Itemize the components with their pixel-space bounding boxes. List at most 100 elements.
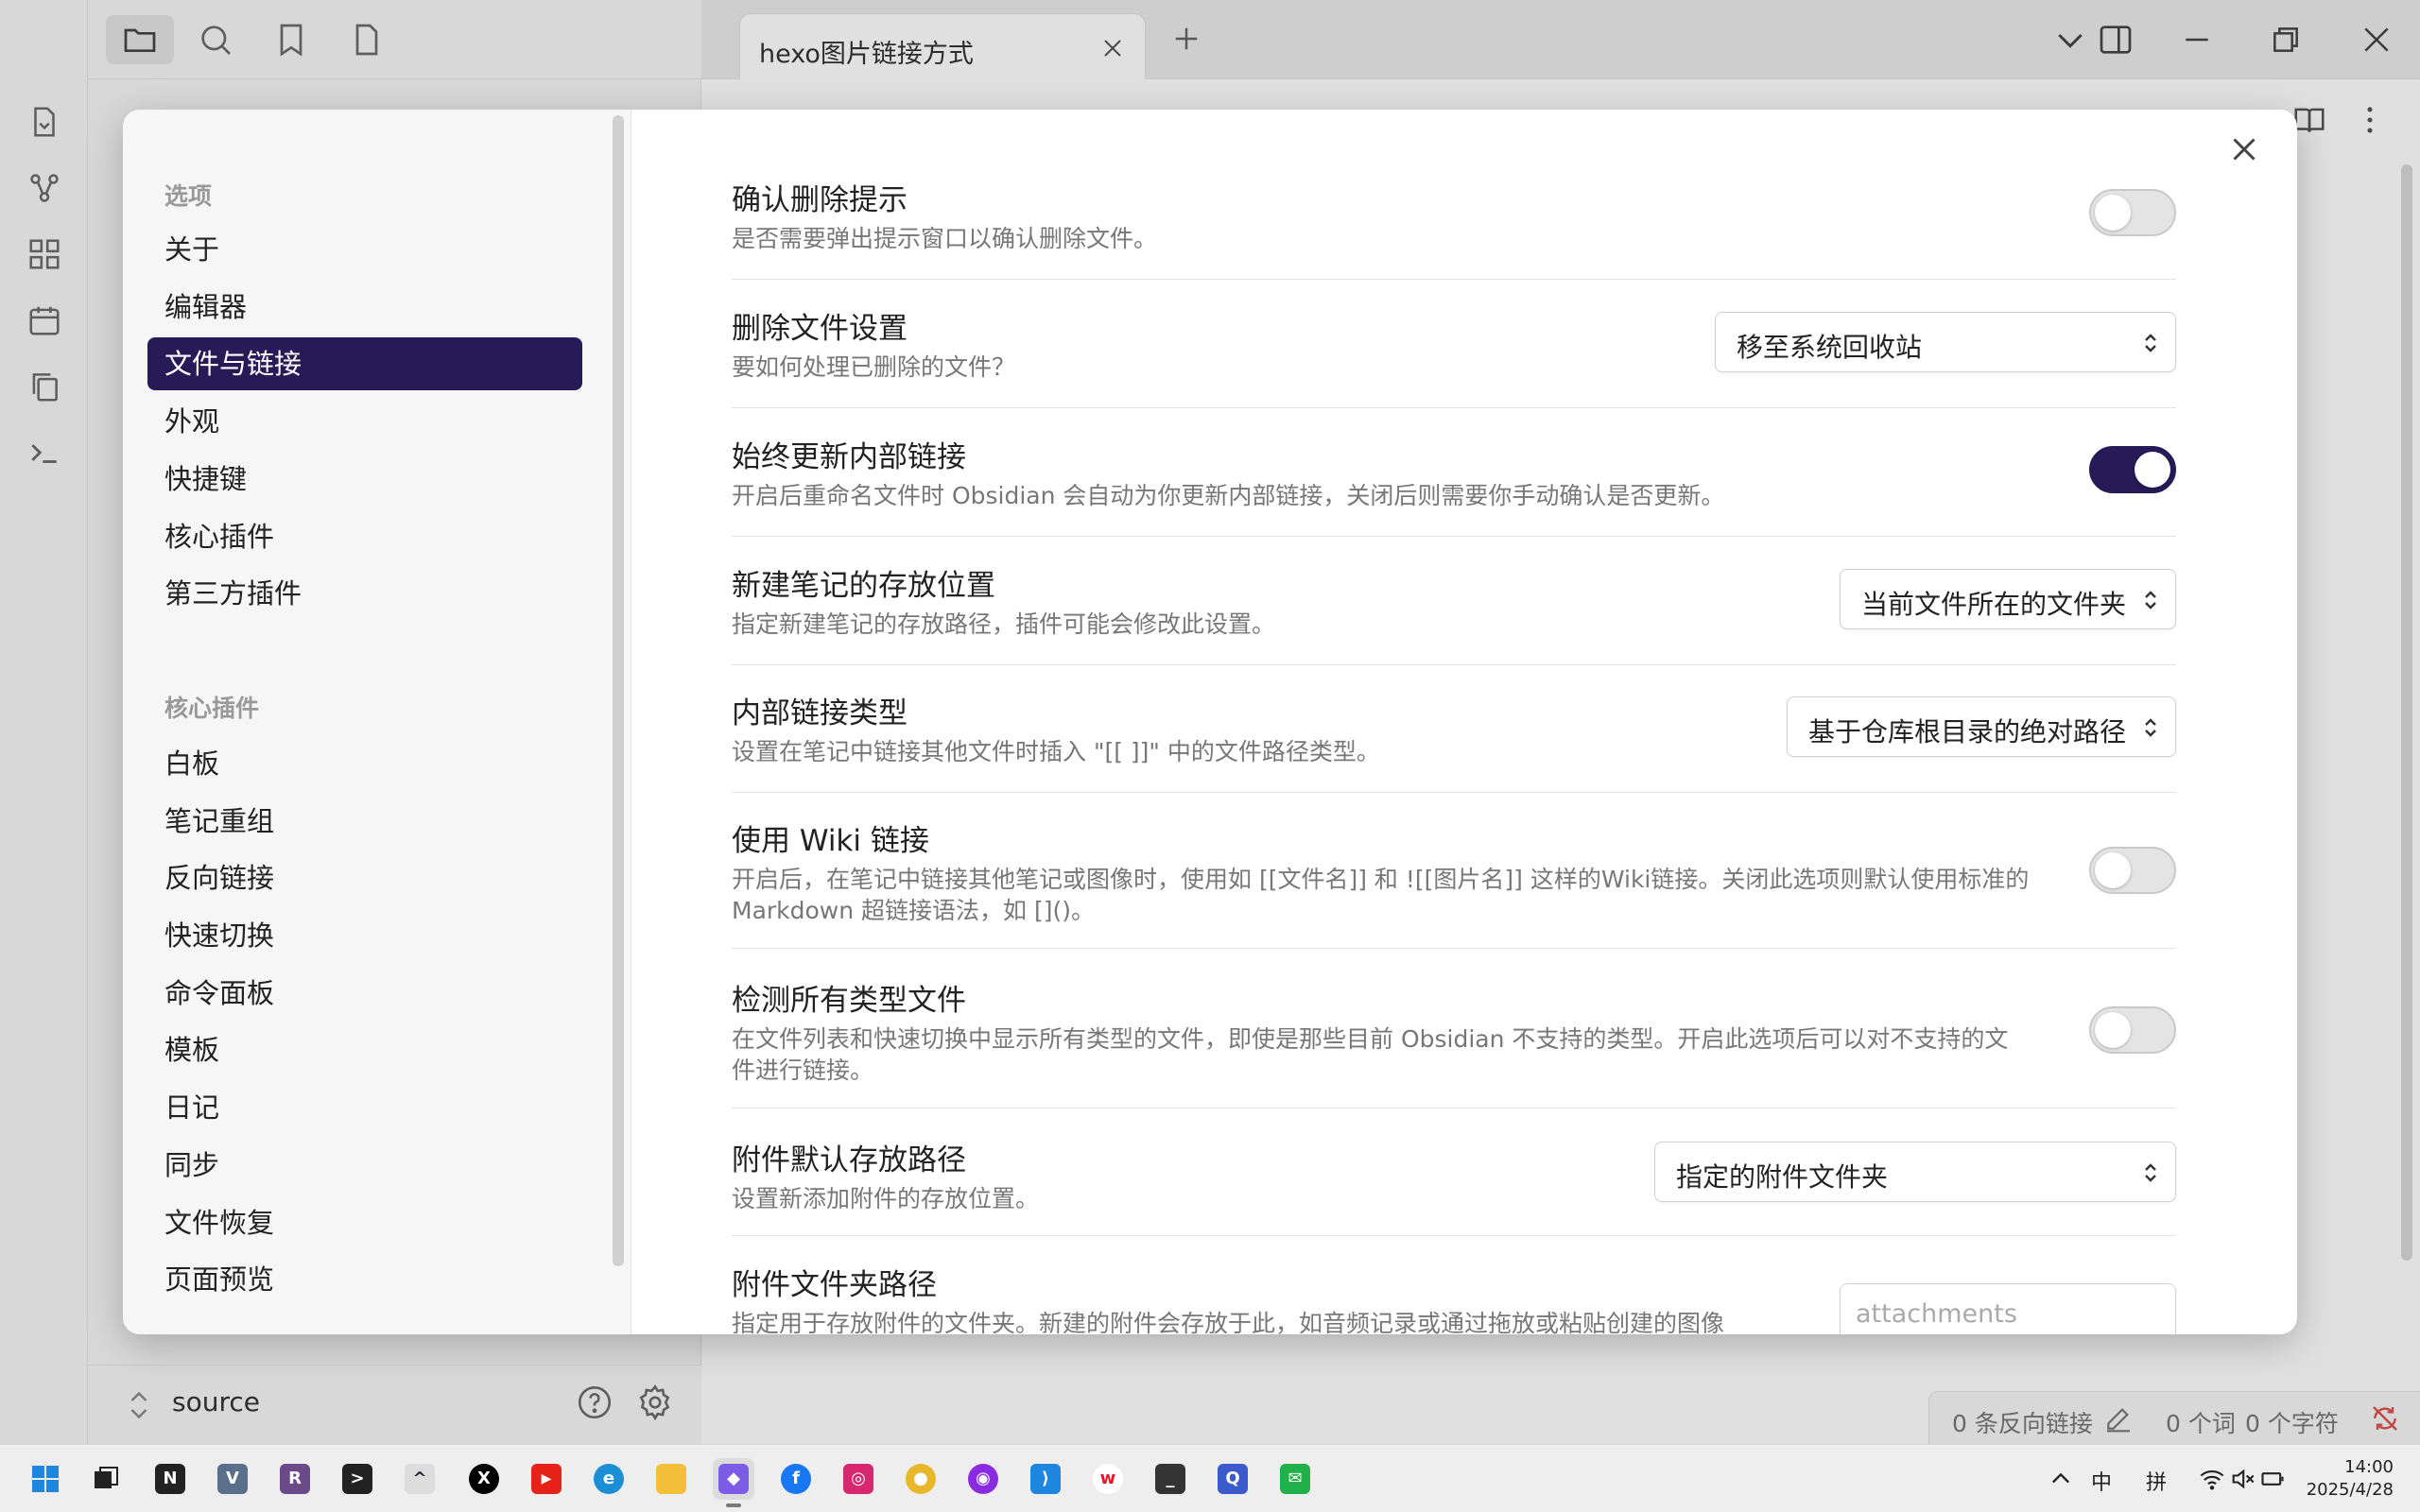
setting-description: 指定用于存放附件的文件夹。新建的附件会存放于此，如音频记录或通过拖放或粘贴创建的…	[732, 1310, 1725, 1334]
setting-attachment-folder-path: 附件文件夹路径 指定用于存放附件的文件夹。新建的附件会存放于此，如音频记录或通过…	[732, 1261, 2176, 1334]
setting-name: 始终更新内部链接	[732, 440, 966, 474]
attachment-location-dropdown[interactable]: 指定的附件文件夹	[1654, 1142, 2176, 1202]
setting-detect-all-file-types: 检测所有类型文件 在文件列表和快速切换中显示所有类型的文件，即使是那些目前 Ob…	[732, 976, 2176, 1108]
setting-name: 使用 Wiki 链接	[732, 824, 929, 858]
nav-item-note-composer[interactable]: 笔记重组	[147, 795, 582, 848]
toggle-knob	[2095, 195, 2131, 231]
toggle-knob	[2095, 1012, 2131, 1048]
setting-description: 设置在笔记中链接其他文件时插入 "[[ ]]" 中的文件路径类型。	[732, 738, 1380, 765]
setting-name: 确认删除提示	[732, 183, 908, 217]
nav-item-command-palette[interactable]: 命令面板	[147, 967, 582, 1020]
setting-use-wikilinks: 使用 Wiki 链接 开启后，在笔记中链接其他笔记或图像时，使用如 [[文件名]…	[732, 816, 2176, 949]
obsidian-app-icon[interactable]: ◆	[713, 1458, 754, 1507]
always-update-links-toggle[interactable]	[2089, 446, 2176, 493]
setting-description: 指定新建笔记的存放路径，插件可能会修改此设置。	[732, 610, 1276, 638]
toggle-knob	[2095, 852, 2131, 888]
nav-item-files-and-links[interactable]: 文件与链接	[147, 337, 582, 390]
confirm-delete-toggle[interactable]	[2089, 189, 2176, 236]
vm-app-icon[interactable]: V	[212, 1458, 253, 1500]
dropdown-value: 移至系统回收站	[1737, 332, 1923, 363]
instagram-app-icon[interactable]: ◎	[838, 1458, 879, 1500]
setting-description-line2: 件进行链接。	[732, 1057, 874, 1084]
ime-language-indicator[interactable]: 中	[2091, 1466, 2112, 1496]
tray-overflow-chevron-icon[interactable]	[2048, 1466, 2074, 1492]
setting-name: 删除文件设置	[732, 312, 908, 346]
chrome-browser-icon[interactable]: ●	[900, 1458, 942, 1500]
cat-app-icon[interactable]: ^	[399, 1458, 441, 1500]
caret-up-down-icon	[2139, 587, 2162, 613]
task-view-icon[interactable]	[85, 1458, 127, 1500]
nav-item-editor[interactable]: 编辑器	[147, 281, 582, 334]
new-note-location-dropdown[interactable]: 当前文件所在的文件夹	[1840, 569, 2176, 629]
setting-name: 新建笔记的存放位置	[732, 569, 995, 603]
nav-heading-core-plugins: 核心插件	[164, 695, 260, 722]
setting-name: 检测所有类型文件	[732, 984, 966, 1018]
setting-description: 是否需要弹出提示窗口以确认删除文件。	[732, 225, 1158, 252]
terminal-2-app-icon[interactable]: _	[1150, 1458, 1191, 1500]
dropdown-value: 指定的附件文件夹	[1676, 1161, 1889, 1193]
setting-description: 设置新添加附件的存放位置。	[732, 1185, 1040, 1212]
setting-attachment-location: 附件默认存放路径 设置新添加附件的存放位置。 指定的附件文件夹	[732, 1136, 2176, 1236]
windows-start-icon[interactable]	[25, 1458, 66, 1500]
nav-item-about[interactable]: 关于	[147, 223, 582, 276]
nav-heading-options: 选项	[164, 182, 213, 210]
nav-item-canvas[interactable]: 白板	[147, 737, 582, 790]
settings-nav: 选项 关于 编辑器 文件与链接 外观 快捷键 核心插件 第三方插件 核心插件 白…	[123, 110, 631, 1334]
setting-new-note-location: 新建笔记的存放位置 指定新建笔记的存放路径，插件可能会修改此设置。 当前文件所在…	[732, 561, 2176, 665]
use-wikilinks-toggle[interactable]	[2089, 847, 2176, 894]
nav-item-backlinks[interactable]: 反向链接	[147, 851, 582, 904]
dropdown-value: 基于仓库根目录的绝对路径	[1808, 716, 2127, 747]
setting-link-format: 内部链接类型 设置在笔记中链接其他文件时插入 "[[ ]]" 中的文件路径类型。…	[732, 689, 2176, 793]
setting-description-line1: 开启后，在笔记中链接其他笔记或图像时，使用如 [[文件名]] 和 ![[图片名]…	[732, 866, 2030, 893]
clock-time: 14:00	[2344, 1457, 2394, 1477]
system-clock[interactable]: 14:00 2025/4/28	[2307, 1456, 2394, 1502]
terminal-app-icon[interactable]: >	[337, 1458, 378, 1500]
wechat-app-icon[interactable]: ✉	[1274, 1458, 1316, 1500]
setting-name: 内部链接类型	[732, 696, 908, 730]
wifi-icon[interactable]	[2199, 1466, 2225, 1492]
youtube-app-icon[interactable]: ▶	[526, 1458, 567, 1500]
nav-item-community-plugins[interactable]: 第三方插件	[147, 567, 582, 620]
nav-item-daily-notes[interactable]: 日记	[147, 1081, 582, 1134]
facebook-app-icon[interactable]: f	[775, 1458, 817, 1500]
setting-name: 附件文件夹路径	[732, 1268, 937, 1302]
nav-item-quick-switcher[interactable]: 快速切换	[147, 909, 582, 962]
vscode-app-icon[interactable]: ⟩	[1025, 1458, 1066, 1500]
edge-browser-icon[interactable]: e	[588, 1458, 630, 1500]
attachment-folder-path-input[interactable]	[1841, 1284, 2175, 1334]
active-indicator	[726, 1503, 741, 1507]
x-app-icon[interactable]: X	[463, 1458, 505, 1500]
deleted-files-dropdown[interactable]: 移至系统回收站	[1715, 312, 2176, 372]
nav-item-file-recovery[interactable]: 文件恢复	[147, 1196, 582, 1249]
nav-item-core-plugins[interactable]: 核心插件	[147, 510, 582, 563]
ime-mode-indicator[interactable]: 拼	[2146, 1466, 2167, 1496]
nav-item-appearance[interactable]: 外观	[147, 395, 582, 448]
winrar-app-icon[interactable]: R	[274, 1458, 316, 1500]
nav-item-hotkeys[interactable]: 快捷键	[147, 453, 582, 506]
podcast-app-icon[interactable]: ◉	[962, 1458, 1004, 1500]
setting-always-update-links: 始终更新内部链接 开启后重命名文件时 Obsidian 会自动为你更新内部链接，…	[732, 433, 2176, 537]
file-explorer-icon[interactable]	[650, 1458, 692, 1500]
caret-up-down-icon	[2139, 330, 2162, 356]
weibo-app-icon[interactable]: w	[1087, 1458, 1129, 1500]
notion-app-icon[interactable]: N	[149, 1458, 191, 1500]
setting-confirm-delete: 确认删除提示 是否需要弹出提示窗口以确认删除文件。	[732, 176, 2176, 280]
volume-muted-icon[interactable]	[2229, 1466, 2256, 1492]
attachment-folder-path-input-wrap	[1840, 1283, 2176, 1334]
windows-taskbar: N V R > ^ X ▶ e ◆ f ◎ ● ◉ ⟩ w _ Q ✉ 中 拼 …	[0, 1444, 2420, 1512]
toggle-knob	[2135, 452, 2170, 488]
nav-item-page-preview[interactable]: 页面预览	[147, 1253, 582, 1306]
setting-name: 附件默认存放路径	[732, 1143, 966, 1177]
nav-scrollbar[interactable]	[613, 115, 624, 1266]
battery-icon[interactable]	[2259, 1466, 2286, 1492]
setting-description-line1: 在文件列表和快速切换中显示所有类型的文件，即使是那些目前 Obsidian 不支…	[732, 1025, 2009, 1053]
detect-all-file-types-toggle[interactable]	[2089, 1006, 2176, 1054]
setting-description-line2: Markdown 超链接语法，如 []()。	[732, 897, 1096, 924]
link-format-dropdown[interactable]: 基于仓库根目录的绝对路径	[1787, 696, 2176, 757]
dropdown-value: 当前文件所在的文件夹	[1861, 589, 2127, 620]
setting-description: 开启后重命名文件时 Obsidian 会自动为你更新内部链接，关闭后则需要你手动…	[732, 482, 1725, 509]
search-app-icon[interactable]: Q	[1212, 1458, 1253, 1500]
nav-item-templates[interactable]: 模板	[147, 1023, 582, 1076]
clock-date: 2025/4/28	[2306, 1480, 2394, 1500]
nav-item-sync[interactable]: 同步	[147, 1139, 582, 1192]
